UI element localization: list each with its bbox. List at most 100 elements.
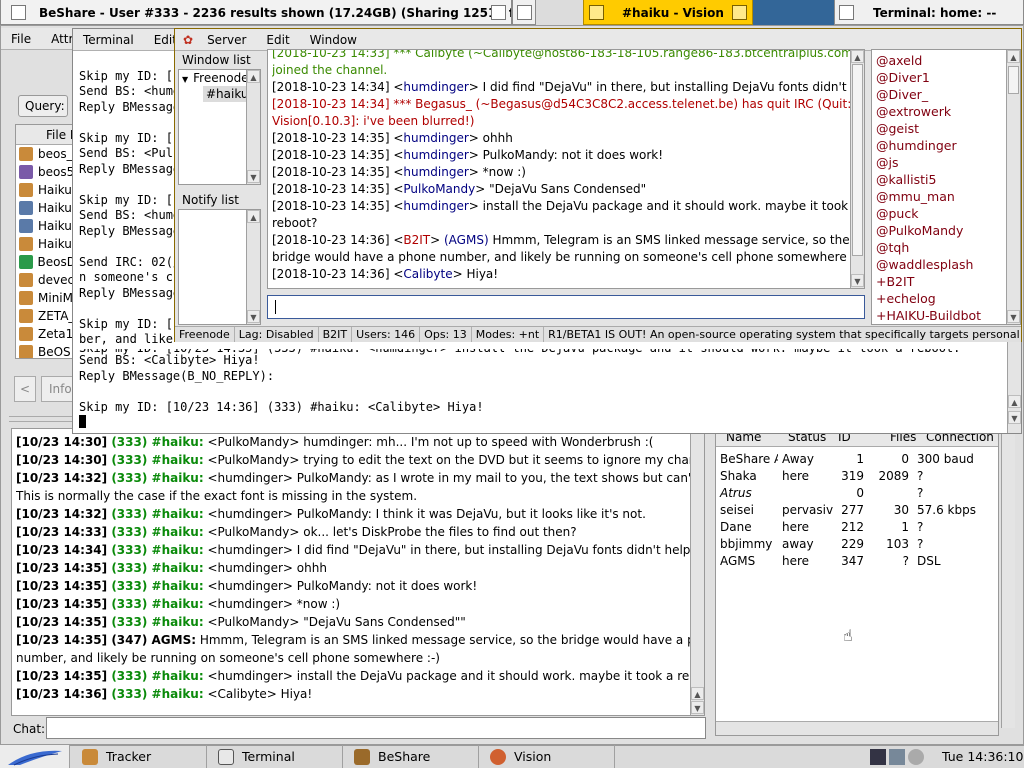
user-row[interactable]: Atrus 0? <box>716 484 993 501</box>
back-button[interactable]: < <box>14 376 36 402</box>
vision-chat-scrollbar[interactable]: ▲ ▼ <box>850 50 864 288</box>
chat-log-scrollbar[interactable]: ▲ ▼ <box>690 429 704 715</box>
notify-list-scrollbar[interactable]: ▲ ▼ <box>246 210 260 324</box>
scroll-down-arrow-icon[interactable]: ▼ <box>851 274 864 287</box>
channel-item-haiku[interactable]: #haiku <box>203 86 249 102</box>
scroll-down-arrow-icon[interactable]: ▼ <box>1008 411 1021 424</box>
file-row[interactable]: devec <box>16 271 76 289</box>
scroll-up-arrow-icon[interactable]: ▲ <box>851 50 864 63</box>
user-row[interactable]: Shaka here 319 2089? <box>716 467 993 484</box>
chat-user[interactable]: (333) #haiku: <box>111 687 203 701</box>
scroll-up-arrow-icon[interactable]: ▲ <box>1008 395 1021 408</box>
irc-nick[interactable]: humdinger <box>403 199 468 213</box>
chat-input[interactable] <box>46 717 706 739</box>
nick-list-item[interactable]: @puck <box>876 205 981 222</box>
query-button[interactable]: Query: <box>18 95 68 117</box>
chat-user[interactable]: (333) #haiku: <box>111 543 203 557</box>
nick-list-item[interactable]: +HAIKU-Buildbot <box>876 307 981 324</box>
scroll-up-arrow-icon[interactable]: ▲ <box>247 70 260 83</box>
deskbar-item-tracker[interactable]: Tracker <box>72 745 207 768</box>
nick-list-item[interactable]: @geist <box>876 120 981 137</box>
chat-user[interactable]: (347) AGMS: <box>111 633 196 647</box>
nick-list-item[interactable]: @Diver_ <box>876 86 981 103</box>
chat-user[interactable]: (333) #haiku: <box>111 597 203 611</box>
scroll-down-arrow-icon[interactable]: ▼ <box>1007 310 1020 323</box>
user-row[interactable]: Dane here 212 1? <box>716 518 993 535</box>
deskbar-clock[interactable]: Tue 14:36:10 <box>942 749 1023 764</box>
menu-edit[interactable]: Edit <box>256 33 299 47</box>
tree-expand-icon[interactable]: ▼ <box>182 75 188 84</box>
window-list-scrollbar[interactable]: ▲ ▼ <box>246 70 260 184</box>
scroll-up-arrow-icon[interactable]: ▲ <box>1007 50 1020 63</box>
zoom-box-icon[interactable] <box>517 5 532 20</box>
file-row[interactable]: BeOS <box>16 343 76 358</box>
network-icon[interactable] <box>889 749 905 765</box>
chat-user[interactable]: (333) #haiku: <box>111 507 203 521</box>
file-row[interactable]: Haiku <box>16 181 76 199</box>
file-row[interactable]: ZETA_ <box>16 307 76 325</box>
user-row[interactable]: BeShare A Away 1 0 300 baud <box>716 450 993 467</box>
chat-user[interactable]: (333) #haiku: <box>111 453 203 467</box>
user-row[interactable]: bbjimmy away 229 103? <box>716 535 993 552</box>
menu-window[interactable]: Window <box>300 33 367 47</box>
deskbar-item-beshare[interactable]: BeShare <box>344 745 479 768</box>
terminal-window-tab[interactable]: Terminal: home: -- <box>834 0 1024 25</box>
file-list-header[interactable]: File N <box>16 125 76 145</box>
nick-list-scrollbar[interactable]: ▲ ▼ <box>1006 50 1020 324</box>
file-row[interactable]: beos5 <box>16 163 76 181</box>
scroll-up-arrow-icon[interactable]: ▲ <box>247 210 260 223</box>
zoom-box-icon[interactable] <box>491 5 506 20</box>
chat-user[interactable]: (333) #haiku: <box>111 561 203 575</box>
file-row[interactable]: Haiku <box>16 199 76 217</box>
menu-file[interactable]: File <box>1 32 41 46</box>
nick-list-item[interactable]: @extrowerk <box>876 103 981 120</box>
menu-server[interactable]: Server <box>197 33 256 47</box>
file-row[interactable]: Zeta1 <box>16 325 76 343</box>
nick-list-item[interactable]: @Diver1 <box>876 69 981 86</box>
irc-nick[interactable]: PulkoMandy <box>403 182 475 196</box>
user-row[interactable]: AGMS here 347? DSL <box>716 552 993 569</box>
vision-window-tab[interactable]: #haiku - Vision <box>583 0 753 25</box>
irc-nick[interactable]: humdinger <box>403 165 468 179</box>
chat-user[interactable]: (333) #haiku: <box>111 615 203 629</box>
cpu-monitor-icon[interactable] <box>870 749 886 765</box>
scroll-thumb[interactable] <box>852 64 863 256</box>
file-row[interactable]: Haiku <box>16 217 76 235</box>
chat-user[interactable]: (333) #haiku: <box>111 435 203 449</box>
vision-input[interactable] <box>267 295 865 319</box>
file-row[interactable]: MiniM <box>16 289 76 307</box>
nick-list-item[interactable]: @humdinger <box>876 137 981 154</box>
close-box-icon[interactable] <box>11 5 26 20</box>
deskbar-item-terminal[interactable]: Terminal <box>208 745 343 768</box>
irc-nick[interactable]: B2IT <box>403 233 430 247</box>
nick-list-item[interactable]: @waddlesplash <box>876 256 981 273</box>
user-list-hscroll[interactable] <box>716 721 998 735</box>
nick-list-item[interactable]: @PulkoMandy <box>876 222 981 239</box>
nick-list-item[interactable]: @tqh <box>876 239 981 256</box>
chat-user[interactable]: (333) #haiku: <box>111 525 203 539</box>
scroll-thumb[interactable] <box>1008 66 1019 94</box>
irc-nick[interactable]: Calibyte <box>403 267 452 281</box>
scroll-down-arrow-icon[interactable]: ▼ <box>247 310 260 323</box>
scroll-down-arrow-icon[interactable]: ▼ <box>691 701 704 714</box>
close-box-icon[interactable] <box>839 5 854 20</box>
beshare-right-scrollbar[interactable] <box>1001 428 1015 728</box>
nick-list-item[interactable]: @kallisti5 <box>876 171 981 188</box>
deskbar-item-vision[interactable]: Vision <box>480 745 615 768</box>
beshare-window-tab[interactable]: BeShare - User #333 - 2236 results shown… <box>0 0 512 25</box>
volume-icon[interactable] <box>908 749 924 765</box>
nick-list-item[interactable]: @mmu_man <box>876 188 981 205</box>
file-row[interactable]: Haiku <box>16 235 76 253</box>
file-row[interactable]: BeosD <box>16 253 76 271</box>
nick-list-item[interactable]: +echelog <box>876 290 981 307</box>
nick-list-item[interactable]: +B2IT <box>876 273 981 290</box>
close-box-icon[interactable] <box>589 5 604 20</box>
scroll-up-arrow-icon[interactable]: ▲ <box>691 687 704 700</box>
haiku-leaf-icon[interactable] <box>0 745 70 768</box>
nick-list-item[interactable]: @js <box>876 154 981 171</box>
chat-user[interactable]: (333) #haiku: <box>111 471 203 485</box>
chat-user[interactable]: (333) #haiku: <box>111 669 203 683</box>
user-row[interactable]: seisei pervasiv 277 30 57.6 kbps <box>716 501 993 518</box>
zoom-box-icon[interactable] <box>732 5 747 20</box>
irc-nick[interactable]: humdinger <box>403 148 468 162</box>
